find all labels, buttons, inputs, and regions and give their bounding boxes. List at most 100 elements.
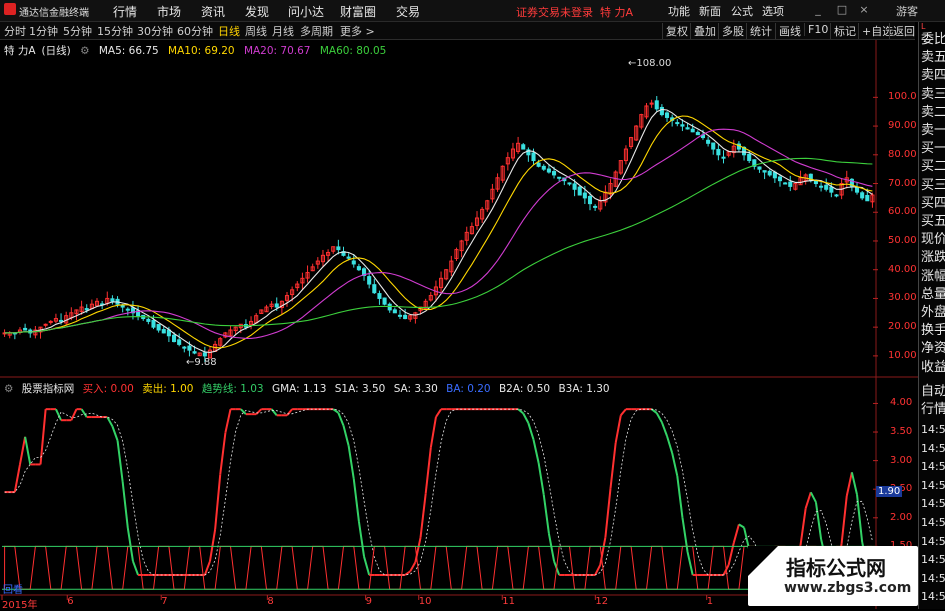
date-label: 7 — [161, 596, 168, 607]
candle-body — [690, 128, 695, 133]
quote-label-18: 收益 — [921, 359, 945, 375]
candle-body — [23, 327, 28, 331]
candle-body — [819, 185, 824, 188]
candle-body — [171, 334, 177, 343]
indicator-segment — [537, 462, 545, 495]
lookback-label[interactable]: 回看 — [3, 581, 23, 596]
tick-time-1: 14:5 — [921, 441, 945, 455]
tab-60min[interactable]: 60分钟 — [177, 23, 213, 39]
quote-label-17: 净资 — [921, 341, 945, 357]
tool-huaxian[interactable]: 画线 — [775, 23, 804, 39]
tab-daily[interactable]: 日线 — [218, 23, 240, 39]
menu-wenxiaoda[interactable]: 问小达 — [288, 3, 324, 20]
quote-label-5: 卖一 — [921, 123, 945, 138]
candle-body — [387, 303, 392, 311]
indicator-segment — [660, 421, 668, 437]
menu-bar: 通达信金融终端 行情 市场 资讯 发现 问小达 财富圈 交易 证券交易未登录 特… — [0, 0, 945, 22]
quote-lower-1[interactable]: 行情 — [921, 402, 945, 418]
candle-body — [43, 323, 48, 326]
menu-shichang[interactable]: 市场 — [157, 3, 181, 20]
tab-1min[interactable]: 1分钟 — [29, 23, 58, 39]
candle-body — [351, 260, 356, 265]
tool-tongji[interactable]: 统计 — [746, 23, 775, 39]
candle-body — [177, 339, 182, 345]
candle-body — [356, 266, 361, 271]
indicator-tick-label: 4.00 — [890, 397, 913, 409]
kline-chart[interactable] — [0, 40, 918, 609]
quote-label-13: 涨幅 — [921, 268, 945, 284]
candle-body — [367, 276, 372, 285]
tool-duogu[interactable]: 多股 — [718, 23, 747, 39]
guest-label[interactable]: 游客 — [896, 3, 918, 19]
app-logo-icon — [4, 3, 16, 15]
candle-body — [346, 256, 351, 259]
tab-5min[interactable]: 5分钟 — [63, 23, 92, 39]
tool-biaoji[interactable]: 标记 — [830, 23, 859, 39]
date-label: 11 — [502, 596, 515, 607]
gear-icon[interactable]: ⚙ — [4, 383, 13, 395]
tab-multi-period[interactable]: 多周期 — [300, 23, 333, 39]
tab-weekly[interactable]: 周线 — [245, 23, 267, 39]
candle-body — [110, 298, 115, 302]
indicator-segment — [429, 416, 437, 448]
candle-body — [695, 131, 700, 136]
tab-30min[interactable]: 30分钟 — [137, 23, 173, 39]
candle-body — [59, 319, 64, 322]
candle-body — [541, 165, 546, 170]
tool-diejia[interactable]: 叠加 — [690, 23, 719, 39]
menu-gongneng[interactable]: 功能 — [668, 3, 690, 19]
indicator-segment — [666, 435, 674, 454]
tool-f10[interactable]: F10 — [804, 23, 831, 36]
menu-zixun[interactable]: 资讯 — [201, 3, 225, 20]
ind-s1a: S1A: 3.50 — [334, 383, 386, 395]
indicator-segment — [620, 408, 627, 416]
ind-b3a: B3A: 1.30 — [558, 383, 610, 395]
menu-gongshi[interactable]: 公式 — [731, 3, 753, 19]
menu-caifuquan[interactable]: 财富圈 — [340, 3, 376, 20]
menu-jiaoyi[interactable]: 交易 — [396, 3, 420, 20]
candle-body — [716, 148, 721, 156]
candle-body — [664, 112, 670, 118]
tool-back[interactable]: 返回 — [889, 23, 918, 39]
login-status[interactable]: 证券交易未登录 特 力A — [516, 4, 633, 20]
indicator-segment — [522, 412, 530, 424]
watermark-url: www.zbgs3.com — [784, 580, 912, 596]
close-icon[interactable]: × — [856, 2, 872, 18]
tab-more[interactable]: 更多 > — [340, 23, 375, 39]
indicator-name[interactable]: 股票指标网 — [22, 383, 75, 395]
candle-body — [711, 142, 716, 150]
menu-hangqing[interactable]: 行情 — [113, 3, 137, 20]
maximize-icon[interactable]: □ — [834, 2, 850, 18]
candle-body — [654, 100, 659, 110]
menu-xinmian[interactable]: 新面 — [699, 3, 721, 19]
price-tick-label: 60.00 — [888, 206, 917, 218]
indicator-segment — [224, 408, 232, 434]
tab-15min[interactable]: 15分钟 — [97, 23, 133, 39]
candle-body — [659, 106, 664, 116]
candle-body — [531, 152, 536, 162]
indicator-segment — [357, 521, 366, 557]
indicator-segment — [686, 551, 694, 576]
low-price-annotation: ←9.88 — [186, 357, 217, 368]
indicator-segment — [132, 560, 140, 576]
tab-monthly[interactable]: 月线 — [272, 23, 294, 39]
indicator-segment — [804, 492, 812, 509]
indicator-segment — [614, 415, 622, 444]
price-tick-label: 50.00 — [888, 234, 917, 246]
indicator-segment — [347, 445, 355, 480]
tab-fenshi[interactable]: 分时 — [4, 23, 26, 39]
indicator-segment — [80, 408, 88, 418]
quote-panel: L 委比 卖五 卖四 卖三 卖二 卖一 买一 买二 买三 买四 买五 现价 涨跌 涨幅 总量 外盘 换手 净资 收益… — [918, 22, 945, 609]
candle-body — [762, 170, 767, 173]
tool-fuquan[interactable]: 复权 — [662, 23, 691, 39]
indicator-segment — [286, 408, 293, 416]
indicator-segment — [214, 474, 222, 530]
menu-xuanxiang[interactable]: 选项 — [762, 3, 784, 19]
minimize-icon[interactable]: _ — [810, 2, 826, 18]
quote-lower-0[interactable]: 自动 — [921, 384, 945, 400]
tick-time-9: 14:5 — [921, 590, 945, 604]
price-tick-label: 80.00 — [888, 148, 917, 160]
menu-faxian[interactable]: 发现 — [245, 3, 269, 20]
date-label: 9 — [365, 596, 373, 607]
candle-body — [783, 182, 788, 185]
